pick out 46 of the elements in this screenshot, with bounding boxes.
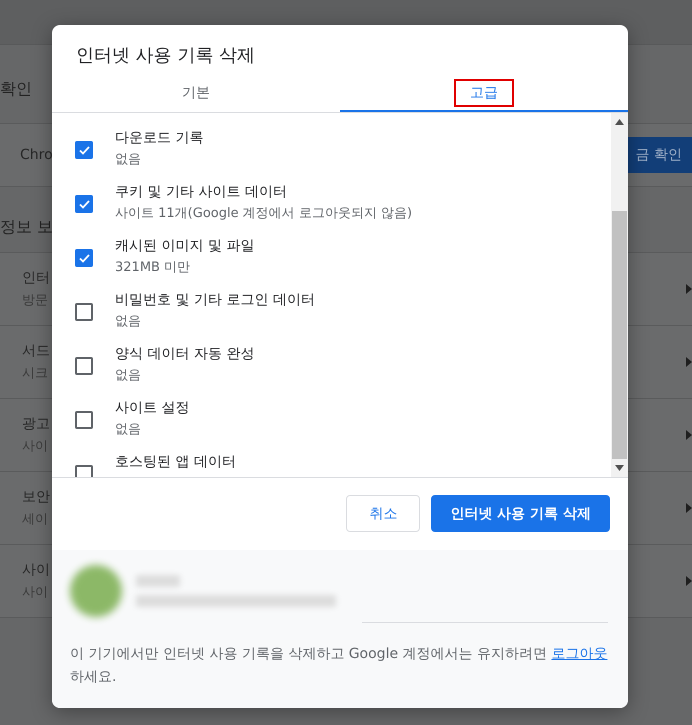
option-detail: 없음 (115, 367, 142, 384)
scroll-up-icon[interactable] (615, 119, 624, 125)
checkbox[interactable] (75, 195, 93, 213)
row-title: 광고 (22, 415, 50, 433)
option-detail: 없음 (115, 151, 142, 168)
dialog-title: 인터넷 사용 기록 삭제 (75, 44, 256, 68)
check-icon (78, 146, 90, 154)
avatar-placeholder (70, 565, 122, 617)
delete-button[interactable]: 인터넷 사용 기록 삭제 (431, 495, 610, 532)
option-label: 비밀번호 및 기타 로그인 데이터 (115, 291, 315, 309)
option-label: 다운로드 기록 (115, 129, 204, 147)
option-detail: 321MB 미만 (115, 259, 192, 276)
row-title: 서드 (22, 342, 50, 360)
logout-link[interactable]: 로그아웃 (551, 646, 608, 662)
option-detail: 사이트 11개(Google 계정에서 로그아웃되지 않음) (115, 205, 412, 222)
check-icon (78, 200, 90, 208)
footer-text: 이 기기에서만 인터넷 사용 기록을 삭제하고 Google 계정에서는 유지하려면 로그아웃 하세요. (70, 645, 608, 687)
check-icon (78, 254, 90, 262)
row-title: 사이 (22, 561, 50, 579)
option-detail: 없음 (115, 313, 142, 330)
option-label: 호스팅된 앱 데이터 (115, 453, 236, 471)
checkbox[interactable] (75, 357, 93, 375)
row-title: 보안 (22, 488, 50, 506)
tab[interactable]: 기본 (52, 75, 340, 112)
scrollbar[interactable] (611, 113, 628, 477)
cancel-button[interactable]: 취소 (346, 495, 420, 532)
arrow-icon (686, 357, 692, 367)
checkbox[interactable] (75, 411, 93, 429)
arrow-icon (686, 284, 692, 294)
scroll-down-icon[interactable] (615, 465, 624, 471)
arrow-icon (686, 430, 692, 440)
checkbox[interactable] (75, 141, 93, 159)
arrow-icon (686, 503, 692, 513)
tab[interactable]: 고급 (340, 75, 628, 112)
option-label: 양식 데이터 자동 완성 (115, 345, 254, 363)
option-label: 사이트 설정 (115, 399, 190, 417)
checkbox[interactable] (75, 249, 93, 267)
row-title: 인터 (22, 269, 50, 287)
arrow-icon (686, 576, 692, 586)
row-text: Chro (20, 147, 53, 163)
section-heading: 확인 (0, 79, 32, 100)
option-detail: 없음 (115, 421, 142, 438)
option-label: 캐시된 이미지 및 파일 (115, 237, 254, 255)
section-heading: 정보 보 (0, 217, 54, 238)
checkbox[interactable] (75, 303, 93, 321)
option-label: 쿠키 및 기타 사이트 데이터 (115, 183, 288, 201)
